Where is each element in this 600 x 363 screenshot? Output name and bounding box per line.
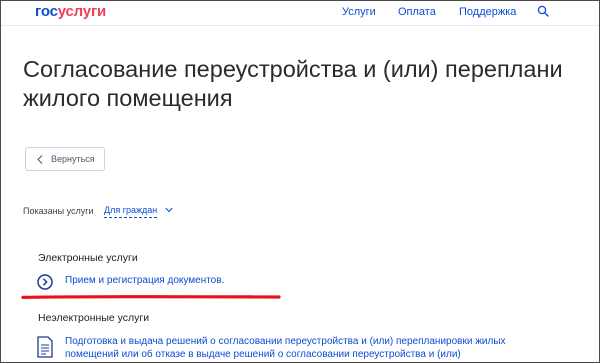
- site-header: госуслуги Услуги Оплата Поддержка: [1, 1, 599, 26]
- service-link-decision[interactable]: Подготовка и выдача решений о согласован…: [65, 335, 535, 361]
- red-underline-annotation: [21, 295, 281, 299]
- page-title-line2: жилого помещения: [23, 85, 233, 111]
- logo-part-uslugi: услуги: [57, 3, 107, 20]
- service-link-decision-line1: Подготовка и выдача решений о согласован…: [65, 336, 506, 347]
- search-icon[interactable]: [537, 5, 549, 17]
- back-button[interactable]: Вернуться: [25, 147, 105, 171]
- service-link-decision-line2: помещений или об отказе в выдаче решений…: [65, 349, 461, 360]
- arrow-circle-right-icon: [37, 274, 53, 290]
- logo-part-gos: гос: [35, 3, 58, 20]
- filter-label: Показаны услуги: [23, 206, 94, 216]
- audience-filter-select[interactable]: Для граждан: [104, 204, 158, 218]
- page-frame: госуслуги Услуги Оплата Поддержка Соглас…: [0, 0, 600, 363]
- nav-services[interactable]: Услуги: [342, 4, 376, 20]
- back-button-label: Вернуться: [51, 154, 95, 164]
- non-electronic-services-heading: Неэлектронные услуги: [38, 312, 150, 324]
- electronic-services-heading: Электронные услуги: [38, 252, 138, 264]
- nav-support[interactable]: Поддержка: [459, 4, 516, 20]
- document-icon: [37, 336, 53, 358]
- gosuslugi-logo[interactable]: госуслуги: [35, 2, 106, 22]
- chevron-down-icon[interactable]: [165, 207, 173, 213]
- service-link-registration[interactable]: Прием и регистрация документов.: [65, 274, 224, 287]
- service-item-registration[interactable]: Прием и регистрация документов.: [37, 272, 297, 290]
- service-item-decision[interactable]: Подготовка и выдача решений о согласован…: [37, 335, 599, 362]
- chevron-left-icon: [37, 155, 43, 164]
- page-title: Согласование переустройства и (или) пере…: [23, 55, 599, 113]
- nav-payment[interactable]: Оплата: [398, 4, 436, 20]
- page-title-line1: Согласование переустройства и (или) пере…: [23, 56, 563, 82]
